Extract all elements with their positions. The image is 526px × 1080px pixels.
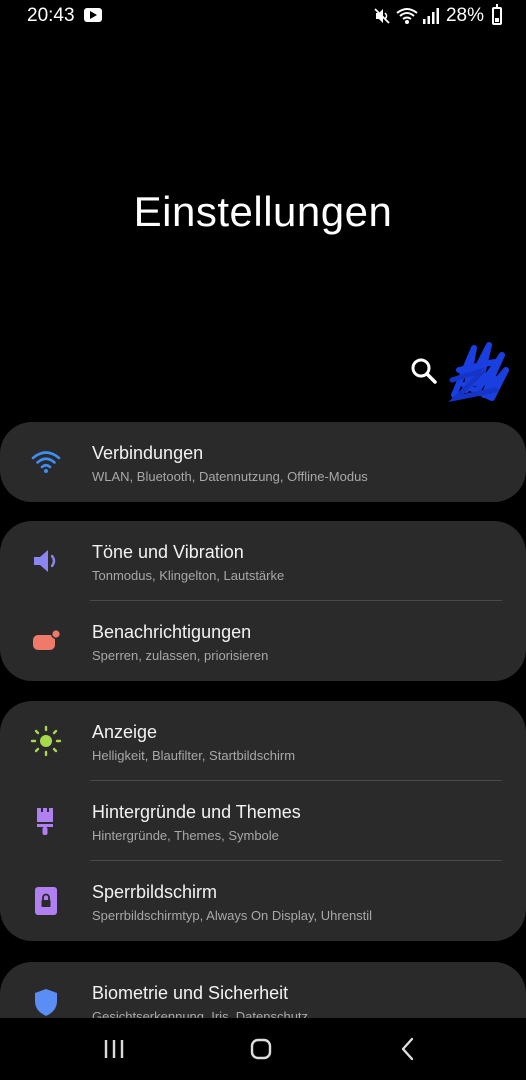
recent-apps-icon[interactable] [94,1034,134,1064]
youtube-icon [84,8,102,22]
search-icon[interactable] [408,355,440,387]
settings-item-verbindungen[interactable]: Verbindungen WLAN, Bluetooth, Datennutzu… [0,422,526,502]
settings-item-title: Anzeige [92,722,158,742]
page-title: Einstellungen [133,188,393,235]
settings-item-subtitle: Sperrbildschirmtyp, Always On Display, U… [92,908,373,923]
settings-item-title: Biometrie und Sicherheit [92,983,289,1003]
settings-item-title: Sperrbildschirm [92,882,218,902]
signal-icon [422,8,439,24]
settings-item-subtitle: WLAN, Bluetooth, Datennutzung, Offline-M… [92,469,368,484]
settings-item-subtitle: Tonmodus, Klingelton, Lautstärke [92,568,285,583]
lock-screen-icon [35,887,57,915]
mute-icon [374,8,390,24]
settings-item-title: Verbindungen [92,443,204,463]
wifi-icon [31,451,61,473]
settings-item-benachrichtigungen[interactable]: Benachrichtigungen Sperren, zulassen, pr… [0,601,526,681]
settings-item-hintergruende[interactable]: Hintergründe und Themes Hintergründe, Th… [0,781,526,861]
back-icon[interactable] [388,1034,428,1064]
settings-screen: 20:43 28% Einstellungen Verbindungen WLA… [0,0,526,1080]
settings-item-toene[interactable]: Töne und Vibration Tonmodus, Klingelton,… [0,521,526,601]
paintbrush-icon [37,808,53,835]
settings-group-sound: Töne und Vibration Tonmodus, Klingelton,… [0,521,526,681]
navigation-bar [0,1018,526,1080]
sun-icon [30,725,62,757]
settings-item-subtitle: Helligkeit, Blaufilter, Startbildschirm [92,748,296,763]
account-avatar[interactable] [444,340,510,402]
status-time: 20:43 [27,5,75,26]
wifi-status-icon [396,8,418,24]
settings-item-anzeige[interactable]: Anzeige Helligkeit, Blaufilter, Startbil… [0,701,526,781]
settings-item-title: Hintergründe und Themes [92,802,301,822]
speaker-icon [34,550,56,572]
settings-item-title: Benachrichtigungen [92,622,252,642]
settings-item-title: Töne und Vibration [92,542,244,562]
home-icon[interactable] [241,1034,281,1064]
settings-item-subtitle: Sperren, zulassen, priorisieren [92,648,269,663]
status-icons: 28% [372,3,502,29]
settings-group-display: Anzeige Helligkeit, Blaufilter, Startbil… [0,701,526,941]
battery-percent: 28% [445,5,484,26]
settings-item-sperrbildschirm[interactable]: Sperrbildschirm Sperrbildschirmtyp, Alwa… [0,861,526,941]
settings-group-connections: Verbindungen WLAN, Bluetooth, Datennutzu… [0,422,526,502]
shield-icon [35,989,57,1016]
battery-icon [492,4,502,25]
status-bar: 20:43 28% [0,0,526,32]
notification-icon [33,629,61,650]
settings-item-subtitle: Hintergründe, Themes, Symbole [92,828,279,843]
